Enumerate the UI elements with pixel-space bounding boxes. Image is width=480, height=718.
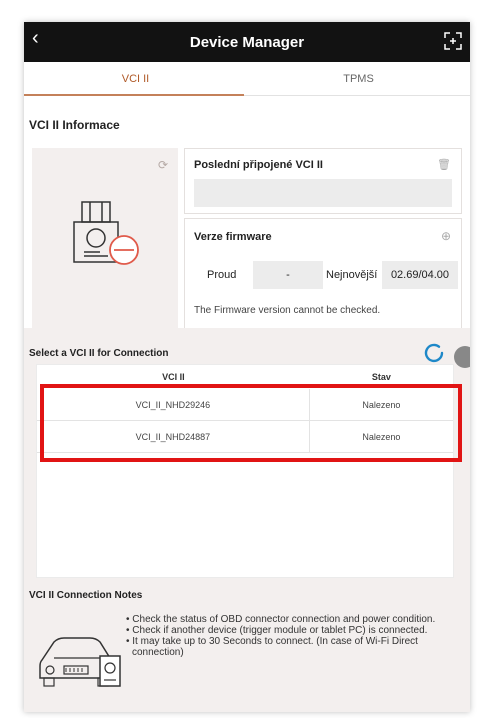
connection-title: Select a VCI II for Connection — [29, 348, 169, 359]
tab-bar: VCI II TPMS — [24, 62, 470, 96]
connection-notes: VCI II Connection Notes • Check the stat… — [24, 578, 470, 712]
top-bar: ‹ Device Manager — [24, 22, 470, 62]
last-connected-card: Poslední připojené VCI II 🗑 — [184, 148, 462, 214]
active-tab-indicator — [24, 94, 244, 96]
firmware-versions-row: Proud - Nejnovější 02.69/04.00 — [185, 261, 463, 289]
app-window: ‹ Device Manager VCI II TPMS VCI II Info… — [24, 22, 470, 712]
tab-tpms[interactable]: TPMS — [247, 62, 470, 95]
firmware-update-icon[interactable]: ⊕ — [441, 229, 451, 243]
trash-icon[interactable]: 🗑 — [437, 158, 451, 171]
list-item: • Check if another device (trigger modul… — [126, 625, 428, 636]
loading-spinner-icon — [424, 343, 444, 363]
device-image-panel: ⟳ — [32, 148, 178, 344]
page-title: Device Manager — [189, 33, 305, 51]
current-version-label: Proud — [207, 269, 237, 281]
firmware-label: Verze firmware — [194, 231, 272, 243]
latest-version-value: 02.69/04.00 — [382, 261, 458, 289]
current-version-value: - — [253, 261, 323, 289]
highlight-box — [40, 384, 462, 462]
vci-info-panel: ⟳ Poslední připojené VCI II 🗑 Verze firm… — [32, 148, 462, 344]
firmware-card: Verze firmware ⊕ Proud - Nejnovější 02.6… — [184, 218, 462, 344]
notes-title: VCI II Connection Notes — [29, 590, 143, 601]
last-connected-label: Poslední připojené VCI II — [194, 159, 323, 171]
last-connected-value — [194, 179, 452, 207]
list-item: • Check the status of OBD connector conn… — [126, 614, 436, 625]
capture-button[interactable] — [454, 346, 470, 368]
fullscreen-icon[interactable] — [444, 32, 462, 50]
tab-vci[interactable]: VCI II — [24, 62, 247, 95]
firmware-message: The Firmware version cannot be checked. — [194, 305, 381, 316]
info-section-title: VCI II Informace — [29, 118, 120, 132]
list-item: • It may take up to 30 Seconds to connec… — [126, 636, 418, 658]
notes-list: • Check the status of OBD connector conn… — [126, 614, 462, 658]
refresh-icon[interactable]: ⟳ — [158, 158, 168, 172]
vci-disconnected-icon — [73, 201, 139, 265]
back-arrow-icon[interactable]: ‹ — [32, 28, 39, 48]
latest-version-label: Nejnovější — [326, 269, 378, 281]
car-obd-icon — [39, 637, 121, 687]
